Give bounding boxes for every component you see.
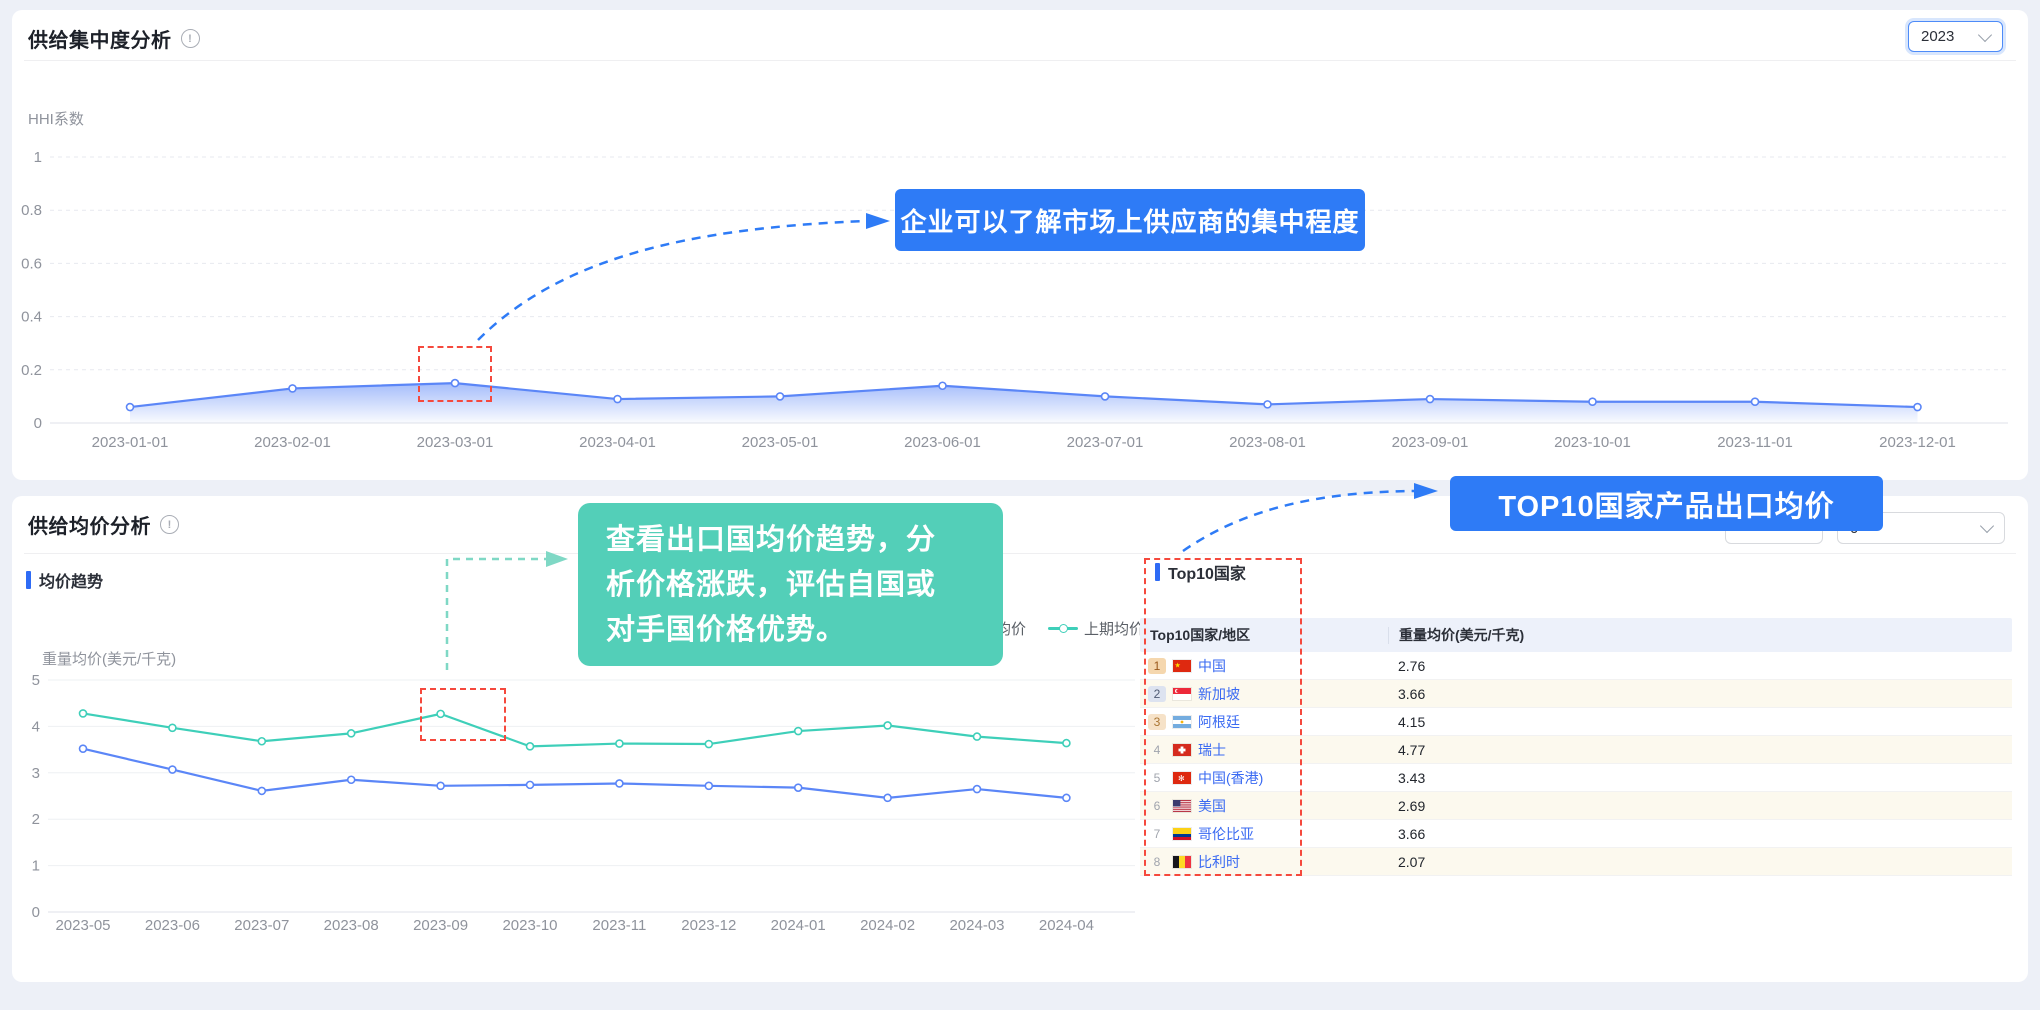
svg-text:0: 0 [32,904,40,921]
svg-text:2023-10: 2023-10 [502,917,557,934]
svg-text:2023-10-01: 2023-10-01 [1554,434,1631,451]
concentration-title: 供给集中度分析 [28,24,172,53]
legend-item[interactable]: 上期均价 [1048,618,1144,639]
svg-text:4: 4 [32,718,40,735]
svg-text:HHI系数: HHI系数 [28,111,84,128]
svg-text:2023-03-01: 2023-03-01 [417,434,494,451]
supply-price-panel: 供给均价分析 ! 均价趋势 本期均价上期均价 012345重量均价(美元/千克)… [12,496,2028,982]
svg-text:2023-01-01: 2023-01-01 [92,434,169,451]
avg-price-value: 3.66 [1388,686,2012,702]
svg-text:2024-01: 2024-01 [771,917,826,934]
highlight-box-top10 [1144,558,1302,876]
info-icon[interactable]: ! [160,515,179,534]
svg-text:1: 1 [32,858,40,875]
svg-text:2023-11-01: 2023-11-01 [1717,434,1793,451]
svg-text:2023-05: 2023-05 [55,917,110,934]
svg-text:0: 0 [34,415,42,432]
svg-text:2023-06: 2023-06 [145,917,200,934]
svg-text:2023-07-01: 2023-07-01 [1067,434,1144,451]
hhi-area-chart: 0 0.2 0.4 0.6 0.8 1 HHI系数 2023-01-01 2023-02-01 2… [12,60,2028,480]
year-select[interactable]: 2023 [1908,21,2003,52]
callout-price-trend: 查看出口国均价趋势，分 析价格涨跌，评估自国或 对手国价格优势。 [578,503,1003,666]
svg-text:2023-08: 2023-08 [324,917,379,934]
svg-text:2023-12: 2023-12 [681,917,736,934]
svg-text:0.6: 0.6 [21,255,42,272]
year-select-value: 2023 [1921,28,1954,45]
callout-concentration: 企业可以了解市场上供应商的集中程度 [895,189,1365,251]
svg-text:0.2: 0.2 [21,362,42,379]
svg-text:2024-02: 2024-02 [860,917,915,934]
chevron-down-icon [1978,27,1992,41]
legend-label: 上期均价 [1084,618,1144,639]
svg-text:2023-09-01: 2023-09-01 [1392,434,1469,451]
svg-text:2023-08-01: 2023-08-01 [1229,434,1306,451]
highlight-box-price-point [420,688,506,741]
svg-text:2023-07: 2023-07 [234,917,289,934]
svg-text:0.8: 0.8 [21,202,42,219]
divider [24,553,2016,554]
column-avg-price: 重量均价(美元/千克) [1388,627,2012,644]
svg-text:2024-04: 2024-04 [1039,917,1094,934]
svg-text:5: 5 [32,672,40,689]
avg-price-value: 2.07 [1388,854,2012,870]
concentration-header: 供给集中度分析 ! [28,24,200,53]
chevron-down-icon [1980,519,1994,533]
avg-price-value: 3.66 [1388,826,2012,842]
highlight-box-hhi-point [418,346,492,402]
avg-price-value: 2.69 [1388,798,2012,814]
svg-text:2023-12-01: 2023-12-01 [1879,434,1956,451]
callout-top10: TOP10国家产品出口均价 [1450,476,1883,531]
svg-text:1: 1 [34,149,42,166]
svg-text:2024-03: 2024-03 [949,917,1004,934]
svg-text:2023-06-01: 2023-06-01 [904,434,981,451]
avg-price-value: 3.43 [1388,770,2012,786]
svg-text:重量均价(美元/千克): 重量均价(美元/千克) [42,651,176,668]
trade-analytics-page: 供给集中度分析 ! 2023 0 0.2 0.4 0.6 0.8 1 HHI系数 2023-0… [0,0,2040,1010]
avg-price-value: 2.76 [1388,658,2012,674]
svg-text:3: 3 [32,765,40,782]
svg-text:2023-05-01: 2023-05-01 [742,434,819,451]
price-trend-chart: 0 1 2 3 4 5重量均价(美元/千克) 2023-05 2023-06 2023-07 20… [12,648,1192,940]
price-title: 供给均价分析 [28,510,151,539]
avg-price-value: 4.15 [1388,714,2012,730]
avg-price-value: 4.77 [1388,742,2012,758]
svg-text:2: 2 [32,811,40,828]
info-icon[interactable]: ! [181,29,200,48]
legend-marker-icon [1048,627,1078,630]
svg-text:2023-09: 2023-09 [413,917,468,934]
price-header: 供给均价分析 ! [28,510,179,539]
svg-text:2023-11: 2023-11 [592,917,646,934]
svg-text:2023-02-01: 2023-02-01 [254,434,331,451]
svg-text:2023-04-01: 2023-04-01 [579,434,656,451]
svg-text:0.4: 0.4 [21,309,42,326]
trend-section-title: 均价趋势 [26,568,103,592]
